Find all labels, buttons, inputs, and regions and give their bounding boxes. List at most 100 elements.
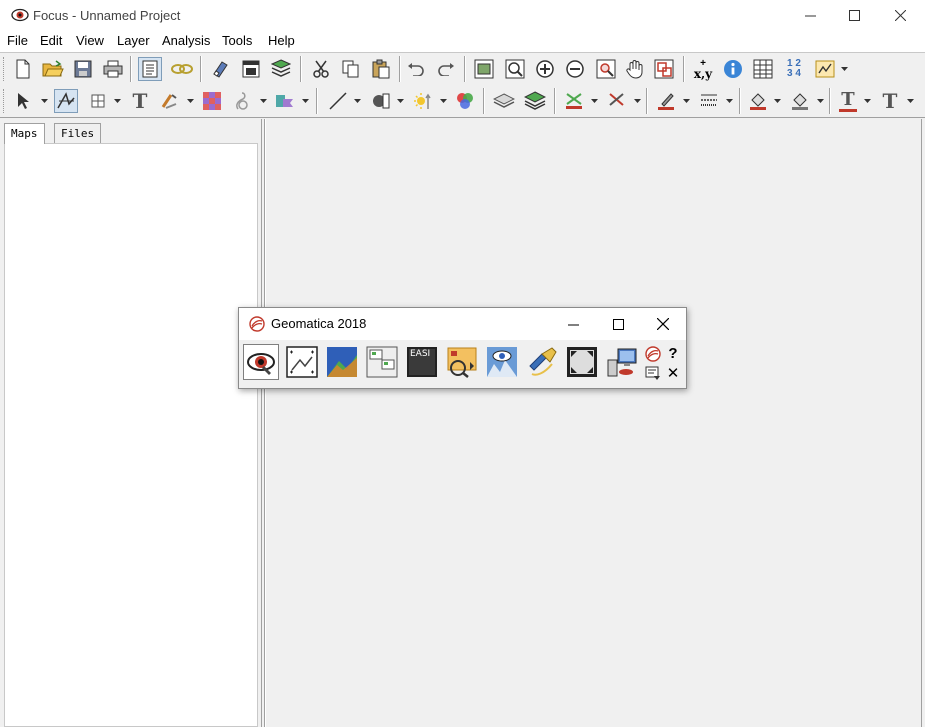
fly-icon[interactable] bbox=[444, 344, 480, 380]
line-weight-dropdown-icon[interactable] bbox=[725, 89, 733, 113]
menu-tools[interactable]: Tools bbox=[222, 33, 252, 48]
cross-tool-dropdown-icon[interactable] bbox=[590, 89, 598, 113]
text-tool-icon[interactable]: T bbox=[128, 89, 152, 113]
fill-pattern-icon[interactable] bbox=[788, 89, 812, 113]
launcher-close-button[interactable] bbox=[643, 310, 683, 338]
zoom-out-icon[interactable] bbox=[563, 57, 587, 81]
sun-arrow-icon[interactable] bbox=[411, 89, 435, 113]
hammer-tool-icon[interactable] bbox=[605, 89, 629, 113]
line-style-icon[interactable] bbox=[158, 89, 182, 113]
shape-tool-dropdown-icon[interactable] bbox=[259, 89, 267, 113]
modeler-icon[interactable] bbox=[324, 344, 360, 380]
properties-list-icon[interactable] bbox=[138, 57, 162, 81]
zoom-selection-icon[interactable] bbox=[594, 57, 618, 81]
sun-arrow-dropdown-icon[interactable] bbox=[439, 89, 447, 113]
license-manager-icon[interactable] bbox=[604, 344, 640, 380]
menu-edit[interactable]: Edit bbox=[40, 33, 62, 48]
select-arrow-icon[interactable] bbox=[11, 89, 35, 113]
save-icon[interactable] bbox=[71, 57, 95, 81]
fill-pattern-dropdown-icon[interactable] bbox=[816, 89, 824, 113]
open-folder-icon[interactable] bbox=[41, 57, 65, 81]
layer-flat-icon[interactable] bbox=[492, 89, 516, 113]
paste-icon[interactable] bbox=[369, 57, 393, 81]
menu-view[interactable]: View bbox=[76, 33, 104, 48]
shape-tool-icon[interactable] bbox=[231, 89, 255, 113]
rgb-color-icon[interactable] bbox=[453, 89, 477, 113]
pan-hand-icon[interactable] bbox=[623, 57, 647, 81]
numbering-icon[interactable]: 1 2 3 4 bbox=[782, 57, 806, 81]
menu-layer[interactable]: Layer bbox=[117, 33, 150, 48]
grid-dropdown-icon[interactable] bbox=[113, 89, 121, 113]
layer-green-icon[interactable] bbox=[523, 89, 547, 113]
chart-icon[interactable] bbox=[813, 57, 837, 81]
close-button[interactable] bbox=[877, 0, 923, 31]
launcher-minimize-button[interactable] bbox=[553, 310, 593, 338]
chip-manager-icon[interactable] bbox=[364, 344, 400, 380]
print-icon[interactable] bbox=[101, 57, 125, 81]
easi-icon[interactable]: EASI bbox=[404, 344, 440, 380]
launcher-config-icon[interactable] bbox=[644, 364, 662, 382]
fill-shape-dropdown-icon[interactable] bbox=[396, 89, 404, 113]
menu-help[interactable]: Help bbox=[268, 33, 295, 48]
window-icon[interactable] bbox=[239, 57, 263, 81]
tab-maps[interactable]: Maps bbox=[4, 123, 45, 144]
map-view-area[interactable] bbox=[265, 119, 922, 727]
launcher-title-bar[interactable]: Geomatica 2018 bbox=[239, 308, 686, 340]
line-weight-icon[interactable] bbox=[697, 89, 721, 113]
edit-vertex-icon[interactable] bbox=[54, 89, 78, 113]
eraser-icon[interactable] bbox=[208, 57, 232, 81]
geomatica-small-logo-icon[interactable] bbox=[644, 345, 662, 363]
satellite-icon[interactable] bbox=[524, 344, 560, 380]
toolbar-grip[interactable] bbox=[3, 57, 6, 81]
copy-icon[interactable] bbox=[339, 57, 363, 81]
draw-line-dropdown-icon[interactable] bbox=[353, 89, 361, 113]
fill-bucket-dropdown-icon[interactable] bbox=[773, 89, 781, 113]
link-icon[interactable] bbox=[170, 57, 194, 81]
cut-icon[interactable] bbox=[309, 57, 333, 81]
fill-bucket-icon[interactable] bbox=[746, 89, 770, 113]
toolbar-grip[interactable] bbox=[3, 89, 6, 113]
chart-dropdown-icon[interactable] bbox=[840, 57, 848, 81]
ortho-engine-icon[interactable] bbox=[284, 344, 320, 380]
coordinate-icon[interactable]: + x,y bbox=[691, 57, 715, 81]
redo-icon[interactable] bbox=[434, 57, 458, 81]
select-dropdown-icon[interactable] bbox=[40, 89, 48, 113]
table-icon[interactable] bbox=[751, 57, 775, 81]
text-style-dropdown-icon[interactable] bbox=[906, 89, 914, 113]
tab-files[interactable]: Files bbox=[54, 123, 102, 143]
overview-icon[interactable] bbox=[652, 57, 676, 81]
text-style-icon[interactable]: T bbox=[878, 89, 902, 113]
hammer-tool-dropdown-icon[interactable] bbox=[633, 89, 641, 113]
menu-file[interactable]: File bbox=[7, 33, 28, 48]
minimize-button[interactable] bbox=[787, 0, 833, 31]
text-color-icon[interactable]: T bbox=[836, 89, 860, 113]
zoom-extents-icon[interactable] bbox=[472, 57, 496, 81]
launcher-maximize-button[interactable] bbox=[598, 310, 638, 338]
maps-tree-pane[interactable] bbox=[4, 143, 258, 727]
line-style-dropdown-icon[interactable] bbox=[186, 89, 194, 113]
raster-grid-icon[interactable] bbox=[200, 89, 224, 113]
cross-tool-icon[interactable] bbox=[562, 89, 586, 113]
layers-stack-icon[interactable] bbox=[269, 57, 293, 81]
maximize-button[interactable] bbox=[831, 0, 877, 31]
pen-color-dropdown-icon[interactable] bbox=[682, 89, 690, 113]
grid-icon[interactable] bbox=[86, 89, 110, 113]
launcher-help-button[interactable]: ? bbox=[664, 344, 682, 362]
zoom-in-icon[interactable] bbox=[533, 57, 557, 81]
orthophoto-icon[interactable] bbox=[484, 344, 520, 380]
draw-line-icon[interactable] bbox=[326, 89, 350, 113]
new-file-icon[interactable] bbox=[11, 57, 35, 81]
symbol-tool-icon[interactable] bbox=[273, 89, 297, 113]
focus-eye-icon[interactable] bbox=[243, 344, 279, 380]
pen-color-icon[interactable] bbox=[654, 89, 678, 113]
zoom-box-icon[interactable] bbox=[503, 57, 527, 81]
undo-icon[interactable] bbox=[404, 57, 428, 81]
full-screen-icon[interactable] bbox=[564, 344, 600, 380]
menu-analysis[interactable]: Analysis bbox=[162, 33, 210, 48]
launcher-exit-button[interactable]: ✕ bbox=[664, 364, 682, 382]
text-color-dropdown-icon[interactable] bbox=[863, 89, 871, 113]
symbol-tool-dropdown-icon[interactable] bbox=[301, 89, 309, 113]
title-bar[interactable]: Focus - Unnamed Project bbox=[0, 0, 925, 31]
info-icon[interactable] bbox=[721, 57, 745, 81]
fill-shape-icon[interactable] bbox=[369, 89, 393, 113]
